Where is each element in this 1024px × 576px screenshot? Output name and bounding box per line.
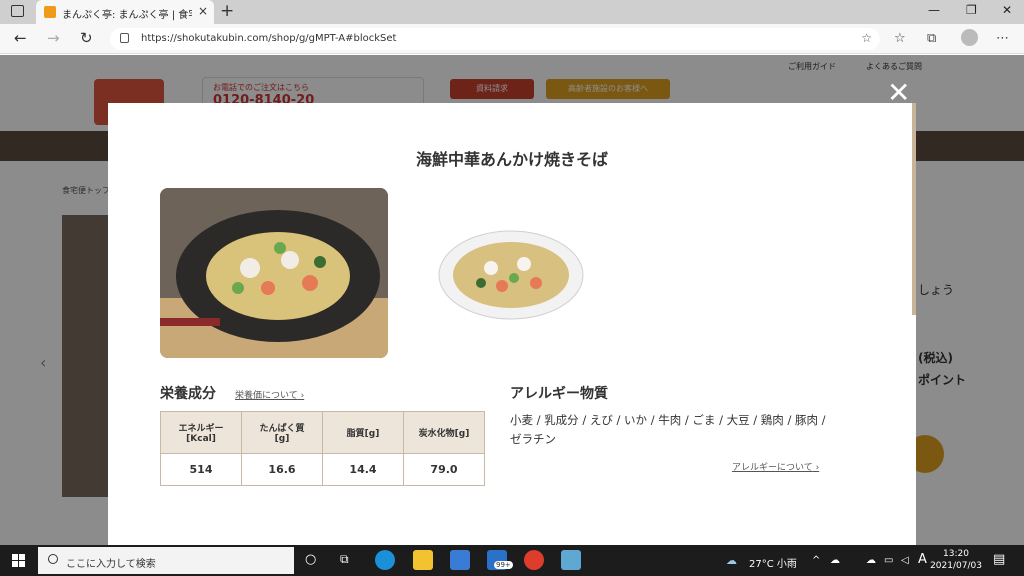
- new-tab-button[interactable]: +: [220, 1, 234, 21]
- address-toolbar: ← → ↻ https://shokutakubin.com/shop/g/gM…: [0, 24, 1024, 54]
- nutrition-table: エネルギー [Kcal] たんぱく質 [g] 脂質[g] 炭水化物[g] 514…: [160, 411, 485, 486]
- allergen-list: 小麦 / 乳成分 / えび / いか / 牛肉 / ごま / 大豆 / 鶏肉 /…: [510, 413, 826, 446]
- url-text: https://shokutakubin.com/shop/g/gMPT-A#b…: [141, 33, 397, 44]
- chrome-icon[interactable]: [524, 550, 544, 570]
- tab-close-icon[interactable]: ×: [198, 4, 208, 18]
- weather-icon: ☁: [726, 554, 737, 567]
- browser-window: まんぷく亭: まんぷく亭 | 食宅便 - 日 × + — ❐ ✕ ← → ↻ h…: [0, 0, 1024, 576]
- notepad-icon[interactable]: [561, 550, 581, 570]
- favorites-icon[interactable]: ☆: [894, 31, 906, 46]
- tray-onedrive-icon[interactable]: ☁: [830, 555, 840, 566]
- favorite-star-icon[interactable]: ☆: [861, 31, 872, 45]
- mail-badge: 99+: [494, 561, 513, 569]
- modal-scrollbar[interactable]: [912, 103, 916, 315]
- fat-value: 14.4: [322, 453, 404, 486]
- forward-icon[interactable]: →: [47, 29, 60, 47]
- more-menu-icon[interactable]: ⋯: [996, 31, 1009, 46]
- web-page: お電話でのご注文はこちら 0120-8140-20 資料請求 高齢者施設のお客様…: [0, 55, 1024, 545]
- browser-tab[interactable]: まんぷく亭: まんぷく亭 | 食宅便 - 日 ×: [36, 0, 214, 24]
- windows-start-icon[interactable]: [12, 554, 25, 567]
- allergen-title: アレルギー物質: [510, 386, 608, 402]
- cortana-icon[interactable]: ○: [305, 552, 316, 567]
- restore-button[interactable]: ❐: [966, 3, 977, 17]
- carb-value: 79.0: [403, 453, 485, 486]
- task-view-icon[interactable]: ⧉: [340, 552, 349, 567]
- nutrition-value-row: 514 16.6 14.4 79.0: [160, 453, 485, 486]
- windows-taskbar: ここに入力して検索 ○ ⧉ 99+ ☁ 27°C 小雨 ^ ☁ ☁ ▭ ◁ A …: [0, 545, 1024, 576]
- packaged-meal-photo: [436, 228, 586, 323]
- taskbar-search-box[interactable]: ここに入力して検索: [38, 547, 294, 574]
- carb-header: 炭水化物[g]: [403, 411, 485, 454]
- file-explorer-icon[interactable]: [413, 550, 433, 570]
- protein-header: たんぱく質 [g]: [241, 411, 323, 454]
- edge-app-icon[interactable]: [375, 550, 395, 570]
- notification-icon[interactable]: ▤: [993, 552, 1005, 567]
- clock-time: 13:20: [943, 549, 969, 559]
- weather-text[interactable]: 27°C 小雨: [749, 555, 797, 570]
- nutrition-info-link[interactable]: 栄養価について ›: [235, 388, 304, 401]
- fat-header: 脂質[g]: [322, 411, 404, 454]
- clock-date: 2021/07/03: [930, 561, 982, 571]
- profile-avatar[interactable]: [961, 29, 978, 46]
- site-favicon-icon: [44, 6, 56, 18]
- address-bar[interactable]: https://shokutakubin.com/shop/g/gMPT-A#b…: [110, 28, 880, 50]
- minimize-button[interactable]: —: [928, 3, 940, 17]
- energy-header: エネルギー [Kcal]: [160, 411, 242, 454]
- close-window-button[interactable]: ✕: [1002, 3, 1012, 17]
- lock-icon: [120, 33, 129, 43]
- dish-photo: [160, 188, 388, 358]
- store-icon[interactable]: [450, 550, 470, 570]
- protein-value: 16.6: [241, 453, 323, 486]
- nutrition-header-row: エネルギー [Kcal] たんぱく質 [g] 脂質[g] 炭水化物[g]: [160, 411, 485, 454]
- ime-indicator[interactable]: A: [918, 552, 927, 567]
- search-placeholder: ここに入力して検索: [66, 559, 156, 570]
- tab-title: まんぷく亭: まんぷく亭 | 食宅便 - 日: [62, 10, 192, 21]
- collections-icon[interactable]: ⧉: [927, 31, 936, 46]
- refresh-icon[interactable]: ↻: [80, 29, 93, 47]
- tray-chevron-icon[interactable]: ^: [812, 555, 820, 566]
- network-icon[interactable]: ▭: [884, 555, 893, 566]
- clock[interactable]: 13:20 2021/07/03: [928, 548, 984, 572]
- search-icon: [48, 554, 58, 564]
- product-detail-modal: 海鮮中華あんかけ焼きそば 栄養成分 栄養価について › エネルギー [Kcal]…: [108, 103, 916, 545]
- volume-icon[interactable]: ◁: [901, 555, 909, 566]
- allergen-info-link[interactable]: アレルギーについて ›: [732, 460, 819, 473]
- nutrition-title: 栄養成分: [160, 386, 216, 402]
- tab-actions-icon[interactable]: [11, 5, 24, 17]
- tray-cloud-icon[interactable]: ☁: [866, 555, 876, 566]
- modal-title: 海鮮中華あんかけ焼きそば: [415, 150, 608, 169]
- tab-strip: まんぷく亭: まんぷく亭 | 食宅便 - 日 × + — ❐ ✕: [0, 0, 1024, 24]
- back-icon[interactable]: ←: [14, 29, 27, 47]
- energy-value: 514: [160, 453, 242, 486]
